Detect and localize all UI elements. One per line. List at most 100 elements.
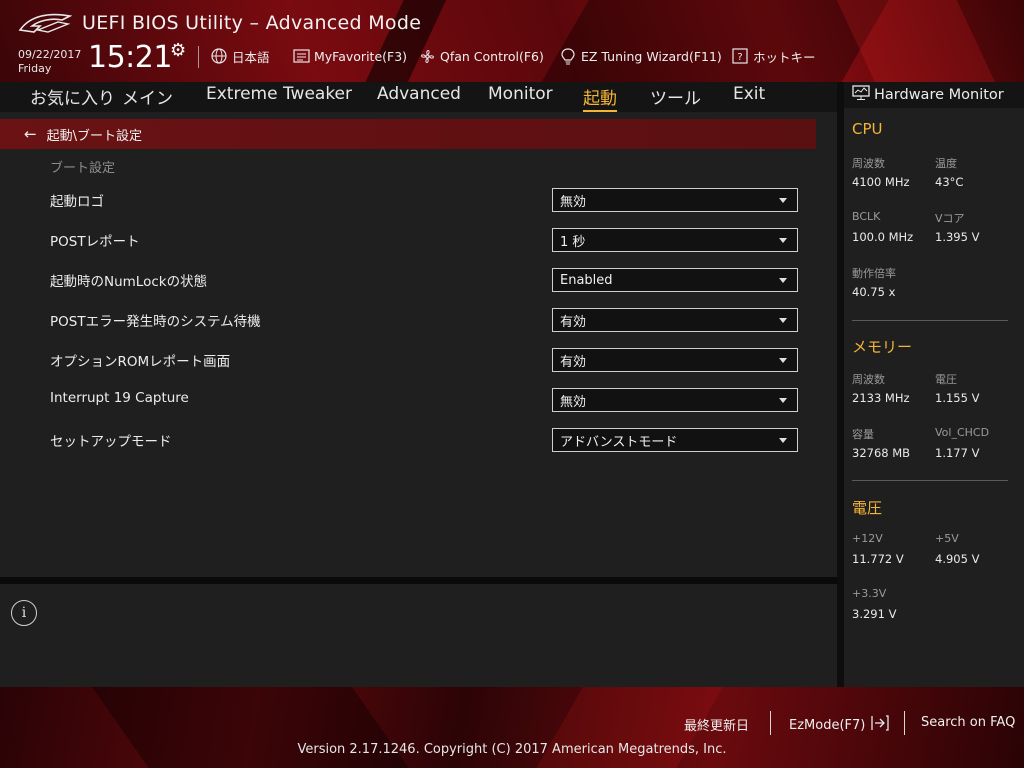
v33-value: 3.291 V — [852, 607, 897, 621]
tab-monitor[interactable]: Monitor — [488, 84, 553, 104]
select-value: 1 秒 — [560, 234, 586, 250]
ratio-label: 動作倍率 — [852, 267, 896, 280]
vcore-value: 1.395 V — [935, 230, 980, 244]
header-bar: UEFI BIOS Utility – Advanced Mode 09/22/… — [0, 0, 1024, 82]
main-menu-bar: お気に入り メイン Extreme Tweaker Advanced Monit… — [0, 82, 837, 112]
mem-freq-label: 周波数 — [852, 373, 885, 386]
footer-divider — [770, 711, 771, 735]
bclk-label: BCLK — [852, 210, 881, 223]
copyright-text: Version 2.17.1246. Copyright (C) 2017 Am… — [297, 742, 727, 757]
mem-cap-label: 容量 — [852, 428, 874, 441]
cpu-temp-value: 43°C — [935, 175, 964, 189]
mem-cap-value: 32768 MB — [852, 446, 911, 460]
settings-panel: ← 起動\ブート設定 ブート設定 起動ロゴ 無効 POSTレポート 1 秒 起動… — [0, 112, 837, 577]
ezmode-label: EzMode(F7) — [789, 717, 866, 733]
select-value: アドバンストモード — [560, 434, 678, 450]
fan-icon — [418, 47, 436, 65]
mem-volt-value: 1.155 V — [935, 391, 980, 405]
tab-exit[interactable]: Exit — [733, 84, 765, 104]
dropdown-caret-icon — [779, 278, 787, 283]
qfan-label: Qfan Control(F6) — [440, 48, 544, 64]
hotkeys-button[interactable]: ? ホットキー — [731, 46, 816, 66]
vol-chcd-value: 1.177 V — [935, 446, 980, 460]
dropdown-caret-icon — [779, 198, 787, 203]
voltage-section-title: 電圧 — [852, 499, 883, 517]
section-divider — [852, 480, 1008, 481]
wait-for-f1-select[interactable]: 有効 — [552, 308, 798, 332]
dropdown-caret-icon — [779, 398, 787, 403]
tab-boot[interactable]: 起動 — [583, 84, 617, 112]
select-value: 無効 — [560, 394, 587, 410]
bclk-value: 100.0 MHz — [852, 230, 914, 244]
favorite-list-icon — [292, 47, 310, 65]
ezmode-button[interactable]: EzMode(F7) — [789, 715, 890, 735]
vcore-label: Vコア — [935, 212, 965, 225]
select-value: Enabled — [560, 272, 613, 288]
globe-icon — [210, 47, 228, 65]
v12-label: +12V — [852, 532, 883, 545]
breadcrumb[interactable]: ← 起動\ブート設定 — [0, 119, 816, 149]
dropdown-caret-icon — [779, 358, 787, 363]
vol-chcd-label: Vol_CHCD — [935, 426, 990, 439]
hardware-monitor-panel: Hardware Monitor CPU 周波数 温度 4100 MHz 43°… — [844, 82, 1024, 687]
tab-favorites[interactable]: お気に入り — [30, 84, 115, 109]
language-button[interactable]: 日本語 — [210, 46, 270, 66]
numlock-state-select[interactable]: Enabled — [552, 268, 798, 292]
mem-volt-label: 電圧 — [935, 373, 957, 386]
section-divider — [852, 320, 1008, 321]
setting-label: 起動時のNumLockの状態 — [50, 274, 208, 290]
breadcrumb-text: 起動\ブート設定 — [46, 128, 142, 144]
search-faq-button[interactable]: Search on FAQ — [921, 715, 1015, 730]
exit-bracket-icon — [869, 715, 890, 735]
date-display: 09/22/2017 Friday — [18, 48, 81, 76]
help-info-panel: i — [0, 584, 837, 687]
footer-divider — [904, 711, 905, 735]
v12-value: 11.772 V — [852, 552, 904, 566]
interrupt-19-capture-select[interactable]: 無効 — [552, 388, 798, 412]
ratio-value: 40.75 x — [852, 285, 896, 299]
date-text: 09/22/2017 — [18, 48, 82, 61]
last-modified-button[interactable]: 最終更新日 — [684, 715, 749, 734]
ez-tuning-label: EZ Tuning Wizard(F11) — [581, 48, 722, 64]
setup-mode-select[interactable]: アドバンストモード — [552, 428, 798, 452]
v5-value: 4.905 V — [935, 552, 980, 566]
v33-label: +3.3V — [852, 587, 887, 600]
toolbar-divider — [198, 46, 199, 68]
dropdown-caret-icon — [779, 318, 787, 323]
last-modified-label: 最終更新日 — [684, 719, 750, 734]
setting-row: オプションROMレポート画面 有効 — [50, 348, 800, 374]
boot-logo-select[interactable]: 無効 — [552, 188, 798, 212]
cpu-temp-label: 温度 — [935, 157, 957, 170]
option-rom-messages-select[interactable]: 有効 — [552, 348, 798, 372]
rog-logo — [18, 13, 72, 33]
setting-label: オプションROMレポート画面 — [50, 354, 231, 370]
mem-freq-value: 2133 MHz — [852, 391, 910, 405]
tab-main[interactable]: メイン — [122, 84, 173, 109]
footer-bar: 最終更新日 EzMode(F7) Search on FAQ Version 2… — [0, 687, 1024, 768]
myfavorite-button[interactable]: MyFavorite(F3) — [292, 46, 407, 66]
setting-row: POSTレポート 1 秒 — [50, 228, 800, 254]
svg-text:?: ? — [737, 52, 742, 63]
setting-label: Interrupt 19 Capture — [50, 390, 189, 406]
setting-label: POSTエラー発生時のシステム待機 — [50, 314, 261, 330]
monitor-icon — [852, 85, 870, 105]
tab-tool[interactable]: ツール — [650, 84, 701, 109]
info-icon: i — [11, 600, 37, 626]
hardware-monitor-title: Hardware Monitor — [874, 87, 1004, 103]
back-arrow-icon[interactable]: ← — [24, 125, 37, 143]
ez-tuning-wizard-button[interactable]: EZ Tuning Wizard(F11) — [559, 46, 722, 66]
setting-label: 起動ロゴ — [50, 194, 104, 210]
tab-extreme-tweaker[interactable]: Extreme Tweaker — [206, 84, 352, 104]
cpu-freq-value: 4100 MHz — [852, 175, 910, 189]
cpu-section-title: CPU — [852, 120, 883, 138]
post-report-select[interactable]: 1 秒 — [552, 228, 798, 252]
hotkeys-label: ホットキー — [753, 49, 816, 65]
dropdown-caret-icon — [779, 438, 787, 443]
qfan-control-button[interactable]: Qfan Control(F6) — [418, 46, 544, 66]
tab-advanced[interactable]: Advanced — [377, 84, 461, 104]
panel-divider — [0, 577, 837, 584]
help-key-icon: ? — [731, 47, 749, 65]
setting-row: POSTエラー発生時のシステム待機 有効 — [50, 308, 800, 334]
v5-label: +5V — [935, 532, 959, 545]
gear-icon[interactable]: ⚙ — [170, 40, 186, 61]
